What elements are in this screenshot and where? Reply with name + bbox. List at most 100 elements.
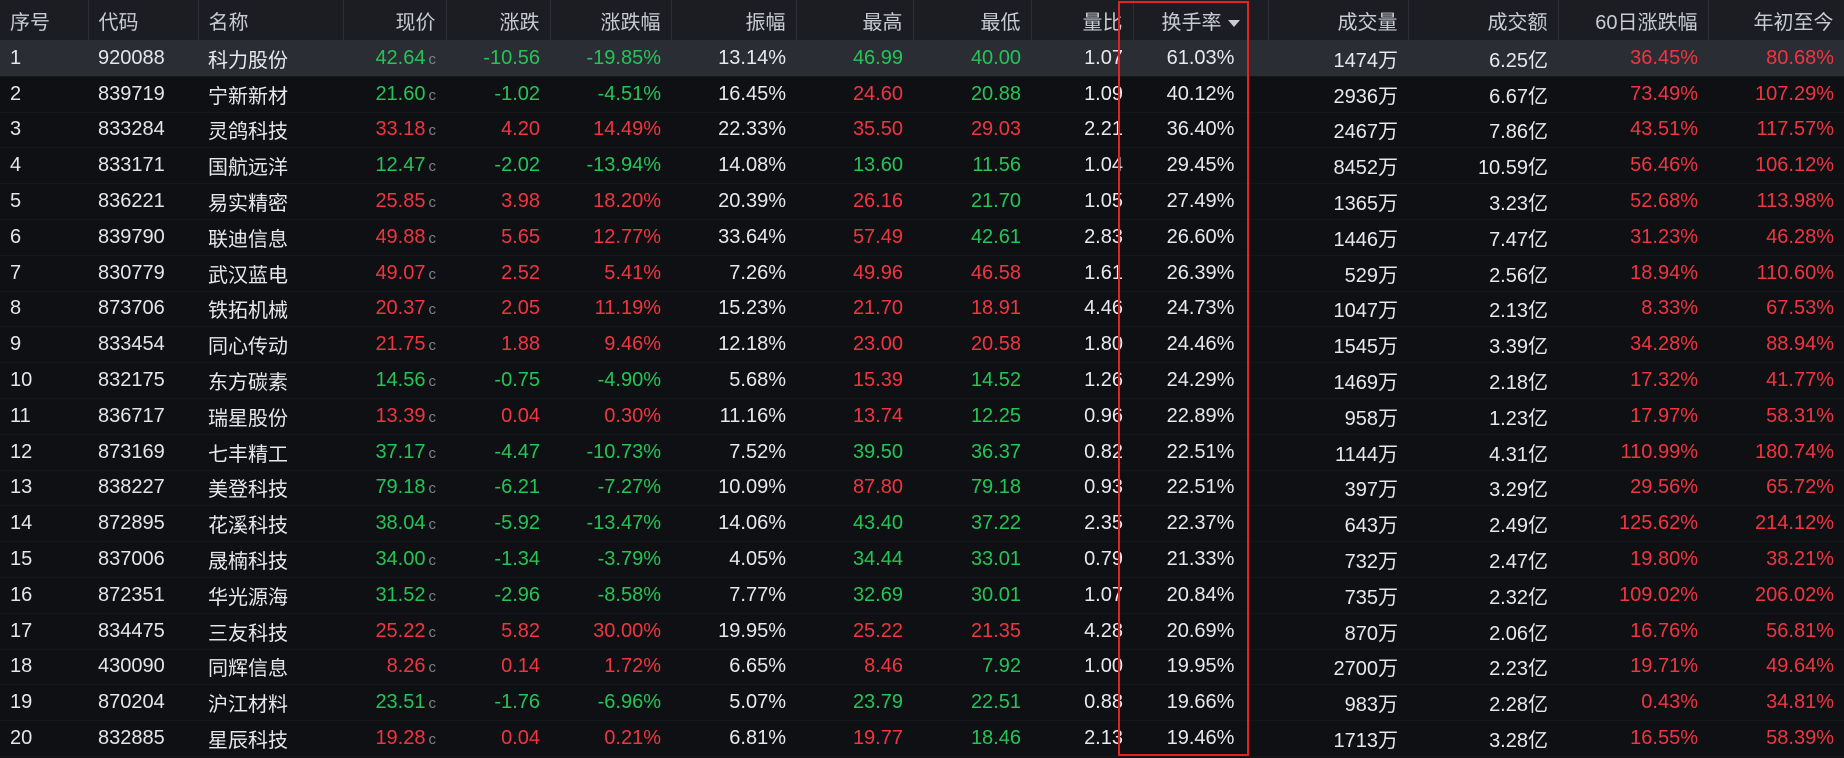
column-header-amplitude[interactable]: 振幅 xyxy=(671,0,797,41)
stock-code-cell: 830779 xyxy=(88,255,198,292)
row-index-cell-value: 20 xyxy=(10,727,33,750)
sixty-day-change-cell: 36.45% xyxy=(1558,40,1708,77)
column-header-index[interactable]: 序号 xyxy=(0,0,89,41)
low-cell-value: 7.92 xyxy=(982,655,1021,678)
price-cell-value: 20.37 xyxy=(375,297,426,320)
column-header-change-pct[interactable]: 涨跌幅 xyxy=(550,0,672,41)
price-tag-label: c xyxy=(428,265,437,283)
amount-cell: 2.49亿 xyxy=(1408,505,1558,543)
volume-ratio-cell-value: 0.96 xyxy=(1084,404,1123,427)
high-cell-value: 13.74 xyxy=(852,404,903,427)
table-row[interactable]: 15 837006 晟楠科技 34.00 c -1.34 -3.79% 4.05% 34.44 3… xyxy=(0,541,1844,578)
volume-ratio-cell-value: 1.07 xyxy=(1084,583,1123,606)
price-tag-label: c xyxy=(428,194,437,212)
table-row[interactable]: 12 873169 七丰精工 37.17 c -4.47 -10.73% 7.52% 39.50… xyxy=(0,434,1844,471)
amplitude-cell-value: 15.23% xyxy=(718,297,786,320)
amplitude-cell-value: 14.06% xyxy=(718,512,786,535)
low-cell: 22.51 xyxy=(913,684,1031,722)
price-tag-label: c xyxy=(428,158,437,176)
column-header-low[interactable]: 最低 xyxy=(913,0,1032,41)
column-header-change[interactable]: 涨跌 xyxy=(446,0,551,41)
column-header-60d-change[interactable]: 60日涨跌幅 xyxy=(1558,0,1709,41)
column-header-ytd[interactable]: 年初至今 xyxy=(1708,0,1844,41)
table-row[interactable]: 13 838227 美登科技 79.18 c -6.21 -7.27% 10.09% 87.80… xyxy=(0,470,1844,507)
column-header-turnover-rate[interactable]: 换手率 xyxy=(1133,0,1269,41)
amount-cell-value: 2.28亿 xyxy=(1489,694,1548,717)
volume-ratio-cell: 1.00 xyxy=(1031,649,1133,686)
amplitude-cell: 15.23% xyxy=(671,291,796,328)
column-header-name[interactable]: 名称 xyxy=(198,0,344,41)
table-row[interactable]: 16 872351 华光源海 31.52 c -2.96 -8.58% 7.77% 32.69 3… xyxy=(0,577,1844,614)
row-index-cell-value: 13 xyxy=(10,476,33,499)
column-header-amount[interactable]: 成交额 xyxy=(1408,0,1559,41)
turnover-rate-cell: 27.49% xyxy=(1133,183,1268,220)
table-row[interactable]: 18 430090 同辉信息 8.26 c 0.14 1.72% 6.65% 8.46 7.92 1… xyxy=(0,649,1844,686)
table-row[interactable]: 11 836717 瑞星股份 13.39 c 0.04 0.30% 11.16% 13.74 12… xyxy=(0,398,1844,435)
stock-name-cell-value: 花溪科技 xyxy=(208,515,288,538)
high-cell-value: 57.49 xyxy=(852,225,903,248)
volume-ratio-cell-value: 1.04 xyxy=(1084,154,1123,177)
stock-code-cell-value: 872351 xyxy=(98,583,165,606)
turnover-rate-cell-value: 29.45% xyxy=(1166,154,1235,177)
stock-code-cell-value: 837006 xyxy=(98,548,165,571)
change-pct-cell: -8.58% xyxy=(550,577,671,614)
table-row[interactable]: 2 839719 宁新新材 21.60 c -1.02 -4.51% 16.45% 24.60 2… xyxy=(0,76,1844,113)
row-index-cell: 14 xyxy=(0,505,88,543)
stock-name-cell-value: 东方碳素 xyxy=(208,372,288,395)
table-row[interactable]: 20 832885 星辰科技 19.28 c 0.04 0.21% 6.81% 19.77 18.… xyxy=(0,720,1844,757)
change-pct-cell-value: -13.94% xyxy=(586,154,662,177)
turnover-rate-cell-value: 26.60% xyxy=(1166,225,1235,248)
amount-cell-value: 7.47亿 xyxy=(1489,228,1548,251)
table-row[interactable]: 8 873706 铁拓机械 20.37 c 2.05 11.19% 15.23% 21.70 18… xyxy=(0,291,1844,328)
sixty-day-change-cell: 16.55% xyxy=(1558,720,1708,757)
volume-cell-value: 397万 xyxy=(1344,479,1398,502)
sixty-day-change-cell: 110.99% xyxy=(1558,434,1708,471)
amplitude-cell: 7.52% xyxy=(671,434,796,471)
row-index-cell: 7 xyxy=(0,255,88,292)
amount-cell: 2.23亿 xyxy=(1408,649,1558,686)
stock-code-cell-value: 833454 xyxy=(98,333,165,356)
price-tag-label: c xyxy=(428,122,437,140)
sixty-day-change-cell-value: 0.43% xyxy=(1641,691,1698,714)
table-row[interactable]: 5 836221 易实精密 25.85 c 3.98 18.20% 20.39% 26.16 21… xyxy=(0,183,1844,220)
volume-cell-value: 643万 xyxy=(1344,515,1398,538)
sixty-day-change-cell: 31.23% xyxy=(1558,219,1708,256)
price-tag-label: c xyxy=(428,695,437,713)
high-cell: 19.77 xyxy=(796,720,913,757)
high-cell-value: 8.46 xyxy=(864,655,903,678)
column-header-volume-ratio[interactable]: 量比 xyxy=(1031,0,1134,41)
table-row[interactable]: 6 839790 联迪信息 49.88 c 5.65 12.77% 33.64% 57.49 42… xyxy=(0,219,1844,256)
column-header-code[interactable]: 代码 xyxy=(88,0,199,41)
table-row[interactable]: 10 832175 东方碳素 14.56 c -0.75 -4.90% 5.68% 15.39 1… xyxy=(0,362,1844,399)
column-header-high[interactable]: 最高 xyxy=(796,0,914,41)
amount-cell: 7.47亿 xyxy=(1408,219,1558,256)
column-header-volume[interactable]: 成交量 xyxy=(1268,0,1409,41)
high-cell-value: 46.99 xyxy=(852,46,903,69)
sixty-day-change-cell: 19.71% xyxy=(1558,649,1708,686)
sixty-day-change-cell-value: 43.51% xyxy=(1630,118,1698,141)
table-row[interactable]: 4 833171 国航远洋 12.47 c -2.02 -13.94% 14.08% 13.60… xyxy=(0,147,1844,185)
volume-cell-value: 870万 xyxy=(1344,622,1398,645)
table-row[interactable]: 14 872895 花溪科技 38.04 c -5.92 -13.47% 14.06% 43.4… xyxy=(0,505,1844,543)
table-row[interactable]: 7 830779 武汉蓝电 49.07 c 2.52 5.41% 7.26% 49.96 46.5… xyxy=(0,255,1844,292)
stock-name-cell-value: 宁新新材 xyxy=(208,85,288,108)
column-header-price[interactable]: 现价 xyxy=(343,0,447,41)
ytd-change-cell: 56.81% xyxy=(1708,613,1844,650)
stock-code-cell-value: 830779 xyxy=(98,261,165,284)
volume-ratio-cell: 4.46 xyxy=(1031,291,1133,328)
table-row[interactable]: 9 833454 同心传动 21.75 c 1.88 9.46% 12.18% 23.00 20.… xyxy=(0,326,1844,364)
change-pct-cell-value: 30.00% xyxy=(593,619,661,642)
table-row[interactable]: 3 833284 灵鸽科技 33.18 c 4.20 14.49% 22.33% 35.50 29… xyxy=(0,112,1844,149)
table-row[interactable]: 19 870204 沪江材料 23.51 c -1.76 -6.96% 5.07% 23.79 2… xyxy=(0,684,1844,722)
change-cell-value: 2.05 xyxy=(501,297,540,320)
table-row[interactable]: 17 834475 三友科技 25.22 c 5.82 30.00% 19.95% 25.22 2… xyxy=(0,613,1844,650)
stock-name-cell-value: 灵鸽科技 xyxy=(208,121,288,144)
volume-cell: 8452万 xyxy=(1268,147,1408,185)
change-cell: -0.75 xyxy=(446,362,550,399)
row-index-cell-value: 12 xyxy=(10,440,33,463)
low-cell: 40.00 xyxy=(913,40,1031,77)
table-row[interactable]: 1 920088 科力股份 42.64 c -10.56 -19.85% 13.14% 46.9… xyxy=(0,40,1844,77)
turnover-rate-cell: 20.84% xyxy=(1133,577,1268,614)
ytd-change-cell: 107.29% xyxy=(1708,76,1844,113)
ytd-change-cell: 67.53% xyxy=(1708,291,1844,328)
